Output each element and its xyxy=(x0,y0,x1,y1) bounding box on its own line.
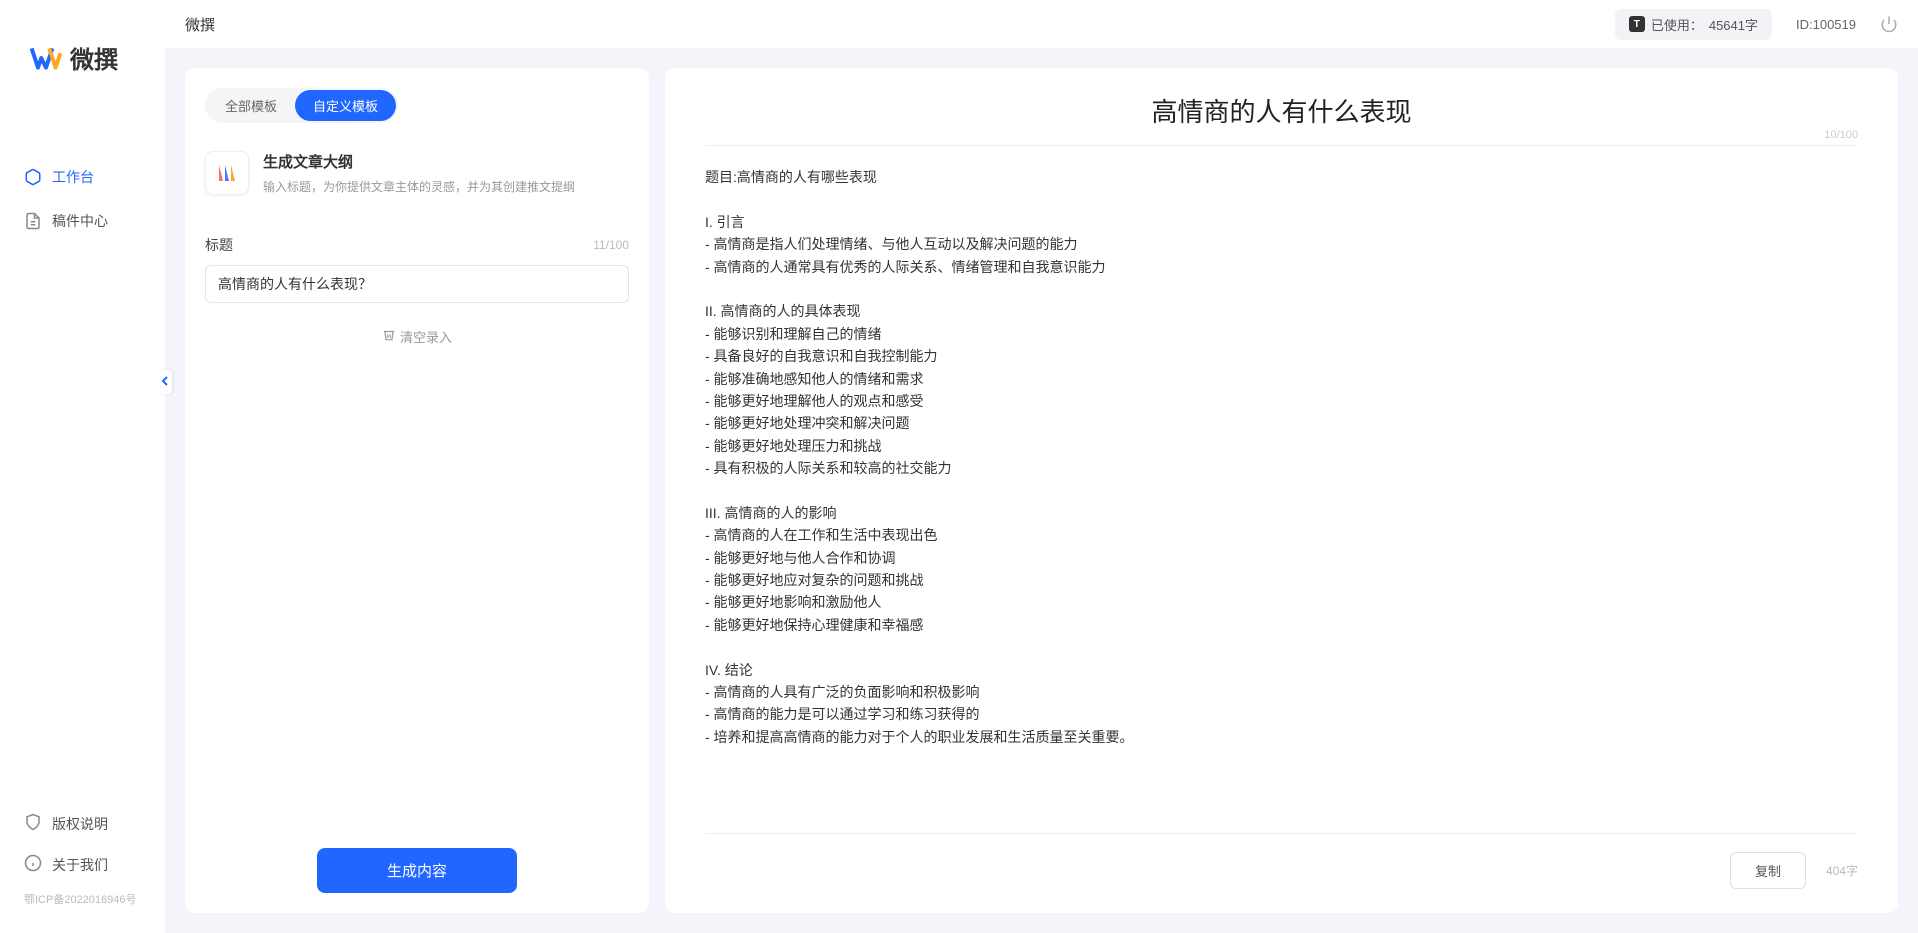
logo-text: 微撰 xyxy=(70,40,118,75)
footer-item-label: 版权说明 xyxy=(52,814,108,834)
title-input[interactable] xyxy=(205,265,629,303)
icp-text: 鄂ICP备2022016946号 xyxy=(0,885,165,913)
logo: 微撰 xyxy=(0,0,165,105)
topbar-right: T 已使用： 45641字 ID:100519 xyxy=(1615,9,1898,40)
word-count: 404字 xyxy=(1826,862,1858,879)
generate-button[interactable]: 生成内容 xyxy=(317,848,517,893)
main: 全部模板 自定义模板 生成文章大纲 输入标题，为你提供文章主体的灵感，并为其创建… xyxy=(165,48,1918,933)
field-header: 标题 11/100 xyxy=(205,235,629,255)
template-desc: 输入标题，为你提供文章主体的灵感，并为其创建推文提纲 xyxy=(263,178,575,195)
tab-custom-templates[interactable]: 自定义模板 xyxy=(295,90,396,121)
footer-item-label: 关于我们 xyxy=(52,855,108,875)
info-icon xyxy=(24,854,42,875)
power-icon[interactable] xyxy=(1880,15,1898,33)
field-label: 标题 xyxy=(205,235,233,255)
clear-input-button[interactable]: 清空录入 xyxy=(205,327,629,346)
nav-item-workspace[interactable]: 工作台 xyxy=(0,155,165,199)
user-id: ID:100519 xyxy=(1796,17,1856,32)
right-panel: 高情商的人有什么表现 10/100 题目:高情商的人有哪些表现 I. 引言 - … xyxy=(665,68,1898,913)
nav-item-label: 工作台 xyxy=(52,167,94,187)
usage-badge-icon: T xyxy=(1629,16,1645,32)
footer-item-copyright[interactable]: 版权说明 xyxy=(0,803,165,844)
article-footer: 复制 404字 xyxy=(705,833,1858,889)
usage-prefix: 已使用： xyxy=(1651,15,1703,34)
template-tabs: 全部模板 自定义模板 xyxy=(205,88,398,123)
sidebar: 微撰 工作台 稿件中心 版权说明 关于我们 鄂ICP备2 xyxy=(0,0,165,933)
logo-icon xyxy=(30,42,62,74)
template-name: 生成文章大纲 xyxy=(263,151,575,172)
clear-input-label: 清空录入 xyxy=(400,327,452,346)
article-header: 高情商的人有什么表现 10/100 xyxy=(705,92,1858,146)
sidebar-footer: 版权说明 关于我们 鄂ICP备2022016946号 xyxy=(0,803,165,933)
cube-icon xyxy=(24,168,42,186)
topbar: 微撰 T 已使用： 45641字 ID:100519 xyxy=(165,0,1918,48)
nav-items: 工作台 稿件中心 xyxy=(0,105,165,803)
usage-pill[interactable]: T 已使用： 45641字 xyxy=(1615,9,1772,40)
page-title: 微撰 xyxy=(185,14,215,35)
template-icon xyxy=(205,151,249,195)
trash-icon xyxy=(382,328,396,345)
shield-icon xyxy=(24,813,42,834)
template-card: 生成文章大纲 输入标题，为你提供文章主体的灵感，并为其创建推文提纲 xyxy=(205,151,629,195)
footer-item-about[interactable]: 关于我们 xyxy=(0,844,165,885)
title-field-section: 标题 11/100 xyxy=(205,235,629,303)
tab-all-templates[interactable]: 全部模板 xyxy=(207,90,295,121)
nav-item-label: 稿件中心 xyxy=(52,211,108,231)
left-panel: 全部模板 自定义模板 生成文章大纲 输入标题，为你提供文章主体的灵感，并为其创建… xyxy=(185,68,649,913)
copy-button[interactable]: 复制 xyxy=(1730,852,1806,889)
nav-item-drafts[interactable]: 稿件中心 xyxy=(0,199,165,243)
article-title: 高情商的人有什么表现 xyxy=(1151,92,1411,129)
document-icon xyxy=(24,212,42,230)
template-info: 生成文章大纲 输入标题，为你提供文章主体的灵感，并为其创建推文提纲 xyxy=(263,151,575,195)
field-counter: 11/100 xyxy=(593,238,629,252)
article-body[interactable]: 题目:高情商的人有哪些表现 I. 引言 - 高情商是指人们处理情绪、与他人互动以… xyxy=(705,166,1858,833)
usage-value: 45641字 xyxy=(1709,15,1758,34)
article-title-counter: 10/100 xyxy=(1824,129,1858,141)
